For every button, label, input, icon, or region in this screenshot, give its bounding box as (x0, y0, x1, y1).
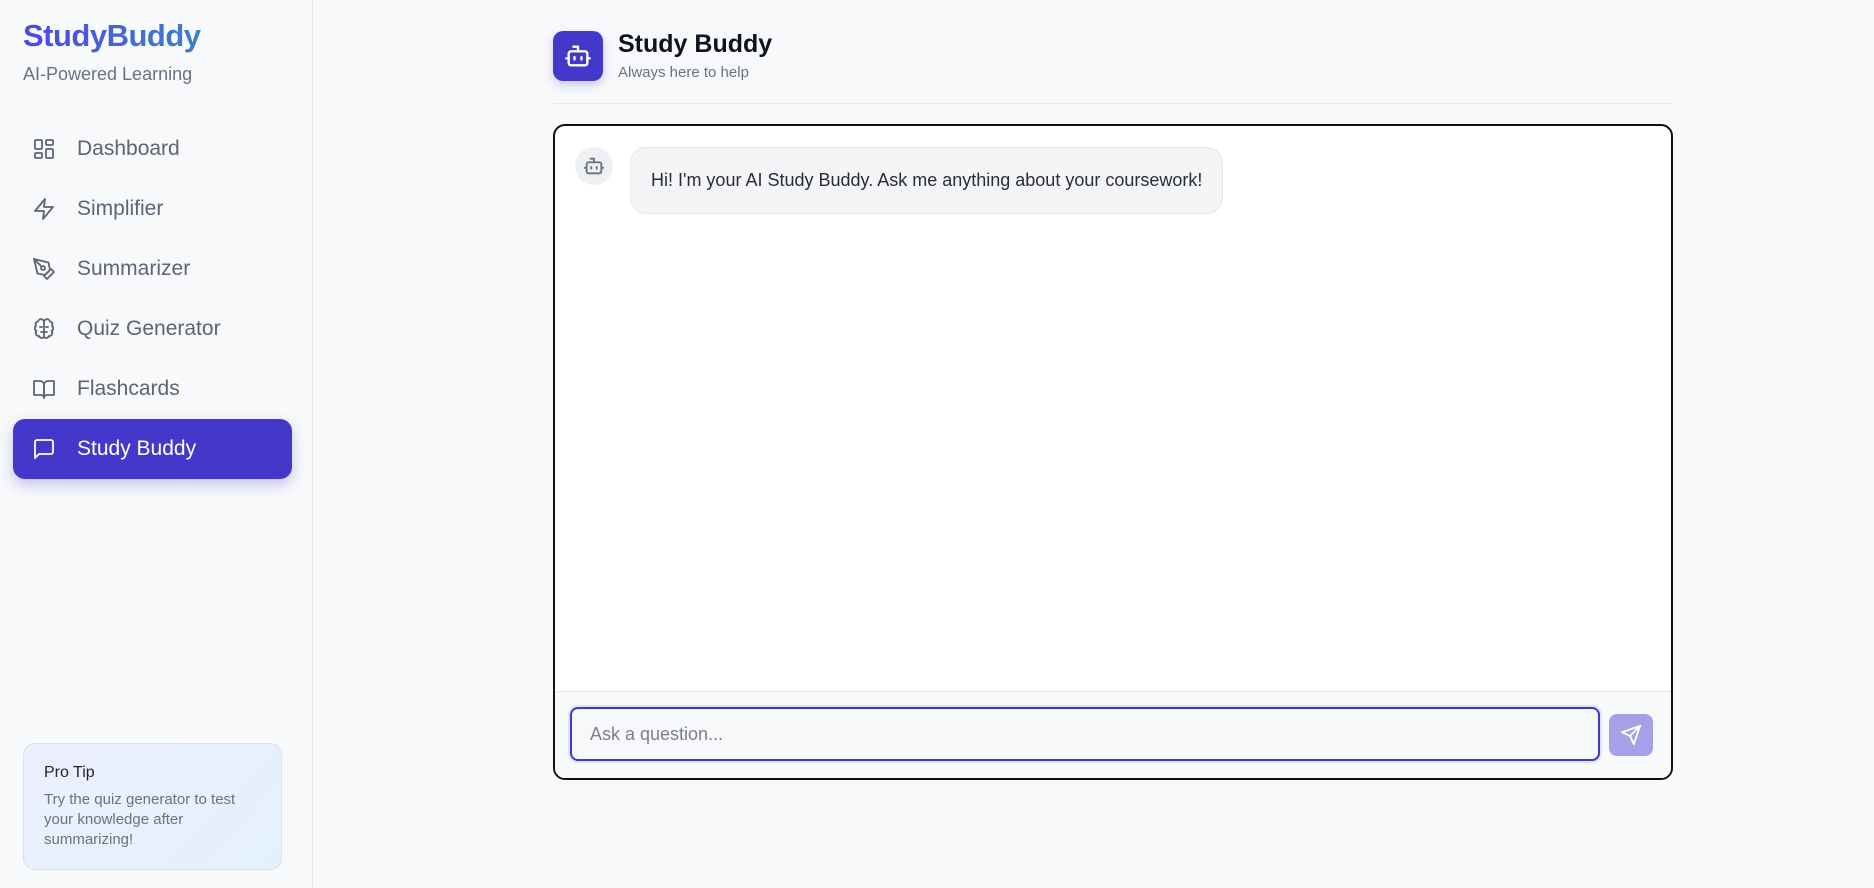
dashboard-icon (31, 136, 57, 162)
chat-input[interactable] (570, 707, 1600, 761)
bot-avatar-icon (575, 147, 613, 185)
pro-tip-title: Pro Tip (44, 764, 95, 781)
sidebar-nav: Dashboard Simplifier Summarizer Quiz Gen… (13, 119, 292, 479)
sidebar-item-quiz-generator[interactable]: Quiz Generator (13, 299, 292, 359)
sidebar-item-label: Quiz Generator (77, 317, 221, 340)
brand-logo[interactable]: StudyBuddy (23, 18, 201, 54)
lightning-icon (31, 196, 57, 222)
sidebar-item-summarizer[interactable]: Summarizer (13, 239, 292, 299)
sidebar-item-label: Flashcards (77, 377, 180, 400)
page-subtitle: Always here to help (618, 64, 749, 81)
chat-panel: Hi! I'm your AI Study Buddy. Ask me anyt… (553, 124, 1673, 780)
brand-tagline: AI-Powered Learning (23, 64, 193, 84)
message-square-icon (31, 436, 57, 462)
sidebar-item-dashboard[interactable]: Dashboard (13, 119, 292, 179)
sidebar-item-study-buddy[interactable]: Study Buddy (13, 419, 292, 479)
pro-tip-card: Pro Tip Try the quiz generator to test y… (23, 743, 282, 870)
bot-icon (553, 31, 603, 81)
sidebar: StudyBuddy AI-Powered Learning Dashboard… (0, 0, 313, 888)
pen-tool-icon (31, 256, 57, 282)
header-divider (553, 103, 1673, 104)
send-icon (1620, 724, 1642, 746)
chat-message-bot: Hi! I'm your AI Study Buddy. Ask me anyt… (630, 147, 1224, 214)
pro-tip-body: Try the quiz generator to test your know… (44, 791, 236, 848)
sidebar-item-label: Simplifier (77, 197, 164, 220)
book-open-icon (31, 376, 57, 402)
sidebar-item-flashcards[interactable]: Flashcards (13, 359, 292, 419)
brain-icon (31, 316, 57, 342)
sidebar-item-label: Summarizer (77, 257, 191, 280)
page-title: Study Buddy (618, 30, 773, 58)
chat-input-bar (555, 691, 1671, 778)
sidebar-item-label: Dashboard (77, 137, 180, 160)
sidebar-item-simplifier[interactable]: Simplifier (13, 179, 292, 239)
sidebar-item-label: Study Buddy (77, 437, 197, 460)
send-button[interactable] (1609, 714, 1653, 756)
